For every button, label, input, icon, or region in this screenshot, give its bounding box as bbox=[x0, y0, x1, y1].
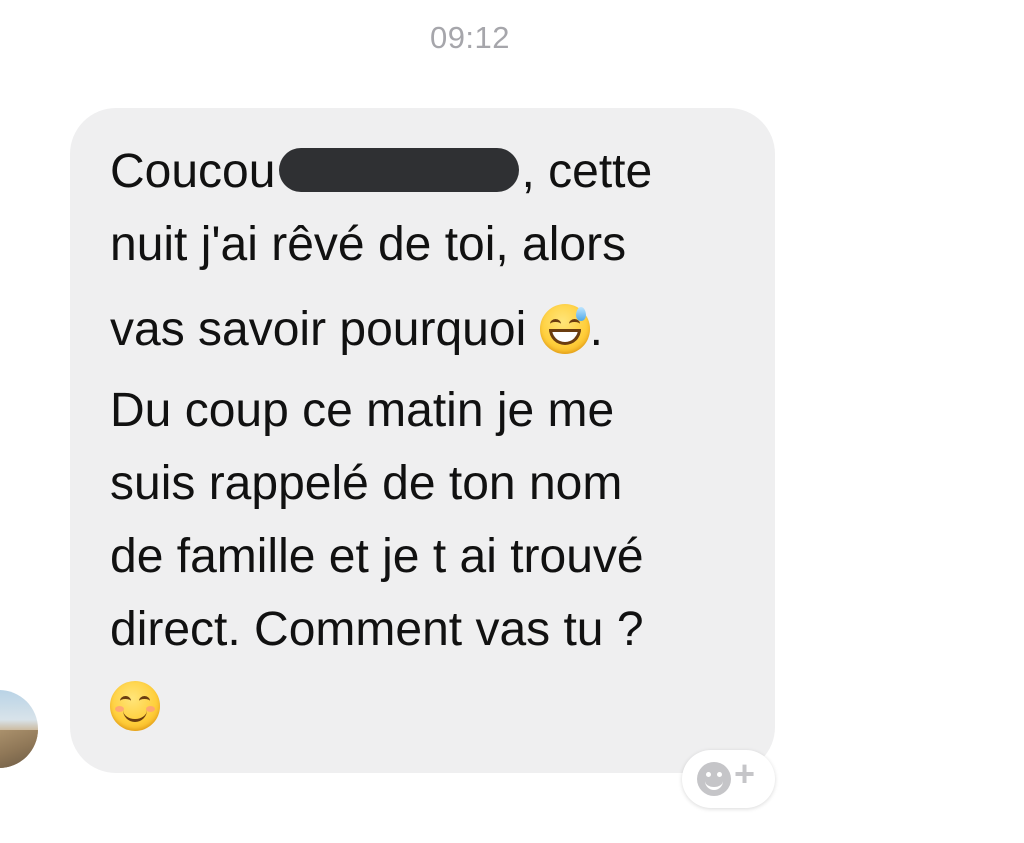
add-reaction-button[interactable]: + bbox=[682, 750, 775, 808]
plus-icon: + bbox=[734, 753, 756, 794]
message-line-2: nuit j'ai rêvé de toi, alors bbox=[110, 218, 627, 271]
smiling-face-with-smiling-eyes-icon bbox=[110, 681, 160, 732]
message-timestamp: 09:12 bbox=[429, 20, 511, 55]
avatar-image-sand bbox=[0, 730, 38, 768]
message-line-7: direct. Comment vas tu ? bbox=[110, 603, 644, 656]
message-text-period: . bbox=[589, 303, 603, 356]
message-line-8 bbox=[110, 681, 160, 732]
message-line-3: vas savoir pourquoi . bbox=[110, 303, 603, 356]
message-line-5: suis rappelé de ton nom bbox=[110, 457, 623, 510]
redacted-name bbox=[279, 148, 520, 193]
message-text-line1-end: cette bbox=[548, 145, 653, 198]
chat-screen: 09:12 Coucou, cette nuit j'ai rêvé de to… bbox=[0, 0, 1024, 843]
grinning-face-with-sweat-icon bbox=[539, 304, 590, 355]
message-line-4: Du coup ce matin je me bbox=[110, 384, 615, 437]
smiley-icon bbox=[697, 762, 731, 796]
message-line-6: de famille et je t ai trouvé bbox=[110, 530, 644, 583]
sender-avatar[interactable] bbox=[0, 690, 38, 768]
message-text-greeting: Coucou bbox=[110, 145, 276, 198]
message-bubble[interactable]: Coucou, cette nuit j'ai rêvé de toi, alo… bbox=[70, 108, 775, 773]
message-line-1: Coucou, cette bbox=[110, 145, 653, 198]
message-text-line3: vas savoir pourquoi bbox=[110, 303, 527, 356]
